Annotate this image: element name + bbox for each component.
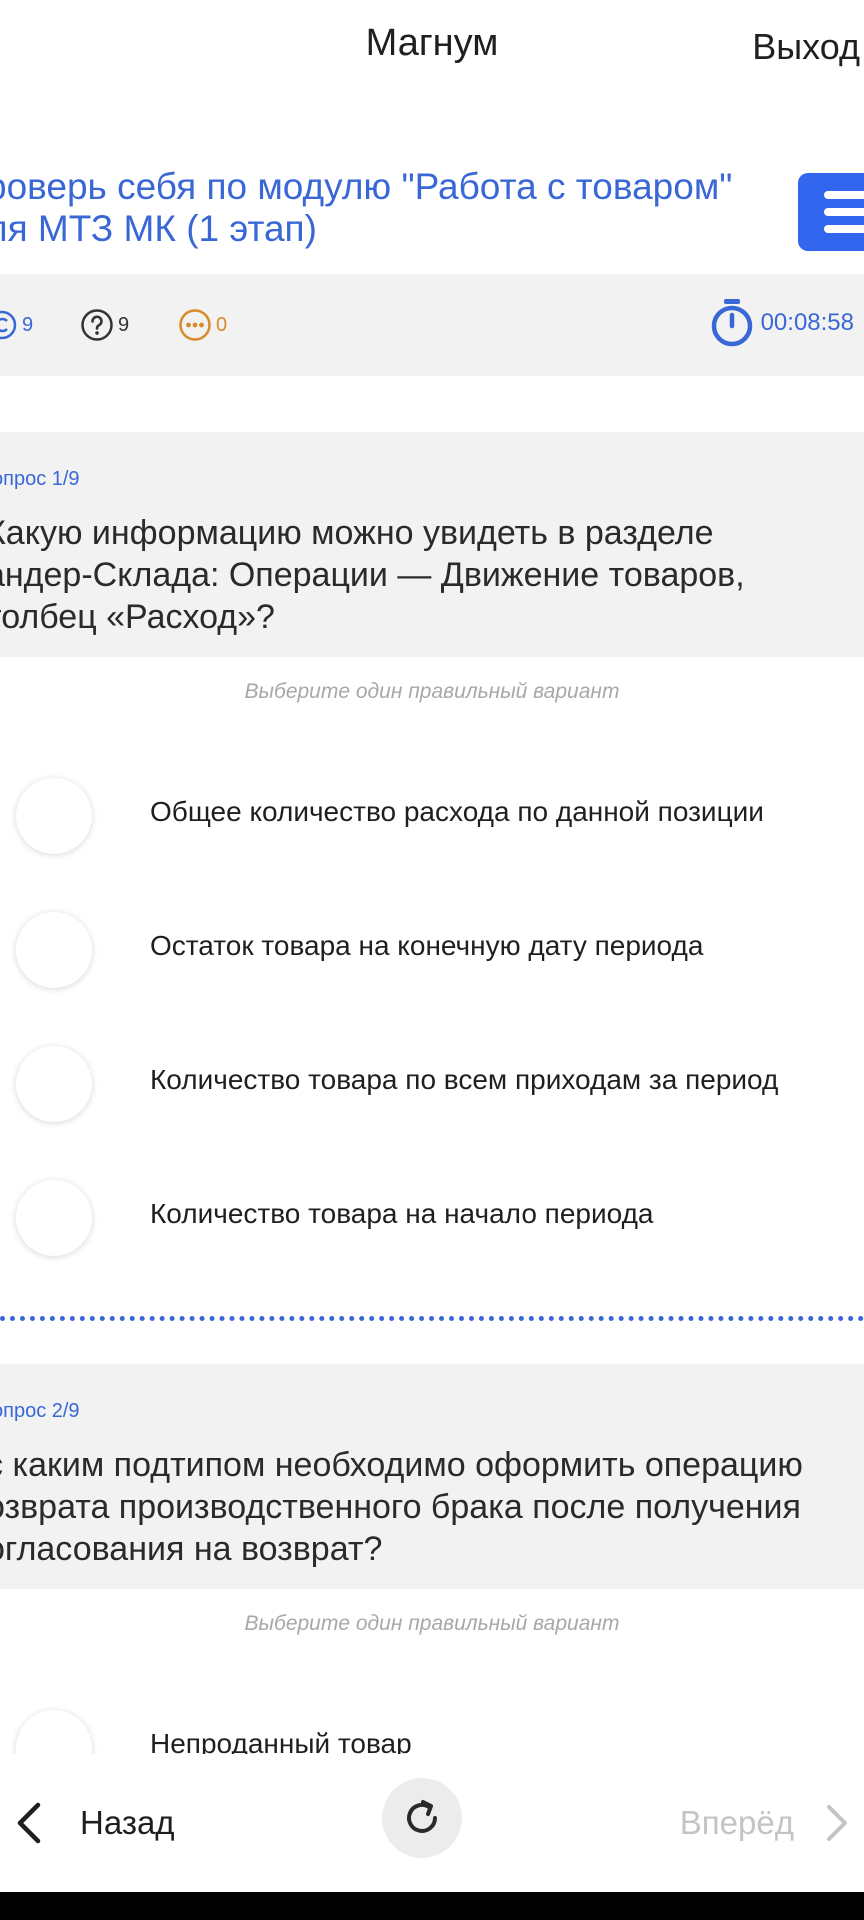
answer-hint: Выберите один правильный вариант [244,1612,620,1635]
stat-skipped: 0 [178,308,227,342]
test-title-line: роверь себя по модулю "Работа с товаром" [0,166,733,207]
test-title: роверь себя по модулю "Работа с товаром"… [0,166,766,250]
question-text-line: Какую информацию можно увидеть в разделе [0,514,714,552]
radio-button[interactable] [16,1180,92,1256]
answered-count: 9 [22,313,34,336]
answer-hint: Выберите один правильный вариант [244,680,620,703]
timer: 00:08:58 [709,298,854,348]
timer-value: 00:08:58 [760,309,854,336]
exit-link[interactable]: Выход [752,26,860,68]
system-navigation-bar [0,1892,864,1920]
total-count: 9 [118,313,130,336]
question-number: опрос 2/9 [0,1400,80,1422]
bottom-nav: Назад Вперёд [0,1754,864,1892]
question-text-line: озврата производственного брака после по… [0,1488,801,1526]
forward-label: Вперёд [679,1804,794,1841]
skipped-count: 0 [216,313,228,336]
answer-option-label: Количество товара по всем приходам за пе… [150,1064,779,1095]
answer-option[interactable]: Количество товара на начало периода [0,1168,864,1268]
chevron-right-icon [827,1805,847,1841]
answered-icon [0,310,17,340]
forward-button[interactable]: Вперёд [680,1778,850,1868]
reload-button[interactable] [382,1778,462,1858]
radio-button[interactable] [16,778,92,854]
answer-option-label: Остаток товара на конечную дату периода [150,930,704,961]
ellipsis-circle-icon [179,309,211,341]
question-text: с каким подтипом необходимо оформить опе… [0,1444,864,1570]
question-circle-icon [81,309,113,341]
question-text-line: толбец «Расход»? [0,598,275,636]
test-title-line: ля МТЗ МК (1 этап) [0,208,317,249]
question-divider [0,1316,864,1321]
question-block: опрос 1/9 Какую информацию можно увидеть… [0,432,864,657]
stat-answered: 9 [0,308,33,342]
question-text-line: огласования на возврат? [0,1530,383,1568]
back-label: Назад [80,1804,175,1841]
back-button[interactable]: Назад [14,1778,175,1868]
stats-bar: 9 9 0 00:08:58 [0,274,864,376]
question-block: опрос 2/9 с каким подтипом необходимо оф… [0,1364,864,1589]
reload-icon [407,1800,437,1833]
app-title: Магнум [365,22,499,64]
answer-option-label: Количество товара на начало периода [150,1198,654,1229]
question-text: Какую информацию можно увидеть в разделе… [0,512,864,638]
answer-option[interactable]: Количество товара по всем приходам за пе… [0,1034,864,1134]
menu-button[interactable] [798,173,864,251]
quiz-screen: Магнум Выход роверь себя по модулю "Рабо… [0,0,864,1920]
answer-option-label: Общее количество расхода по данной позиц… [150,796,764,827]
answer-option[interactable]: Остаток товара на конечную дату периода [0,900,864,1000]
stopwatch-icon [711,299,752,347]
answer-option[interactable]: Общее количество расхода по данной позиц… [0,766,864,866]
hamburger-icon [824,191,864,199]
question-text-line: с каким подтипом необходимо оформить опе… [0,1446,803,1484]
question-text-line: андер-Склада: Операции — Движение товаро… [0,556,745,594]
chevron-left-icon [17,1802,41,1844]
question-number: опрос 1/9 [0,468,80,490]
radio-button[interactable] [16,1046,92,1122]
radio-button[interactable] [16,912,92,988]
stat-total: 9 [80,308,129,342]
app-header: Магнум Выход [0,0,864,96]
